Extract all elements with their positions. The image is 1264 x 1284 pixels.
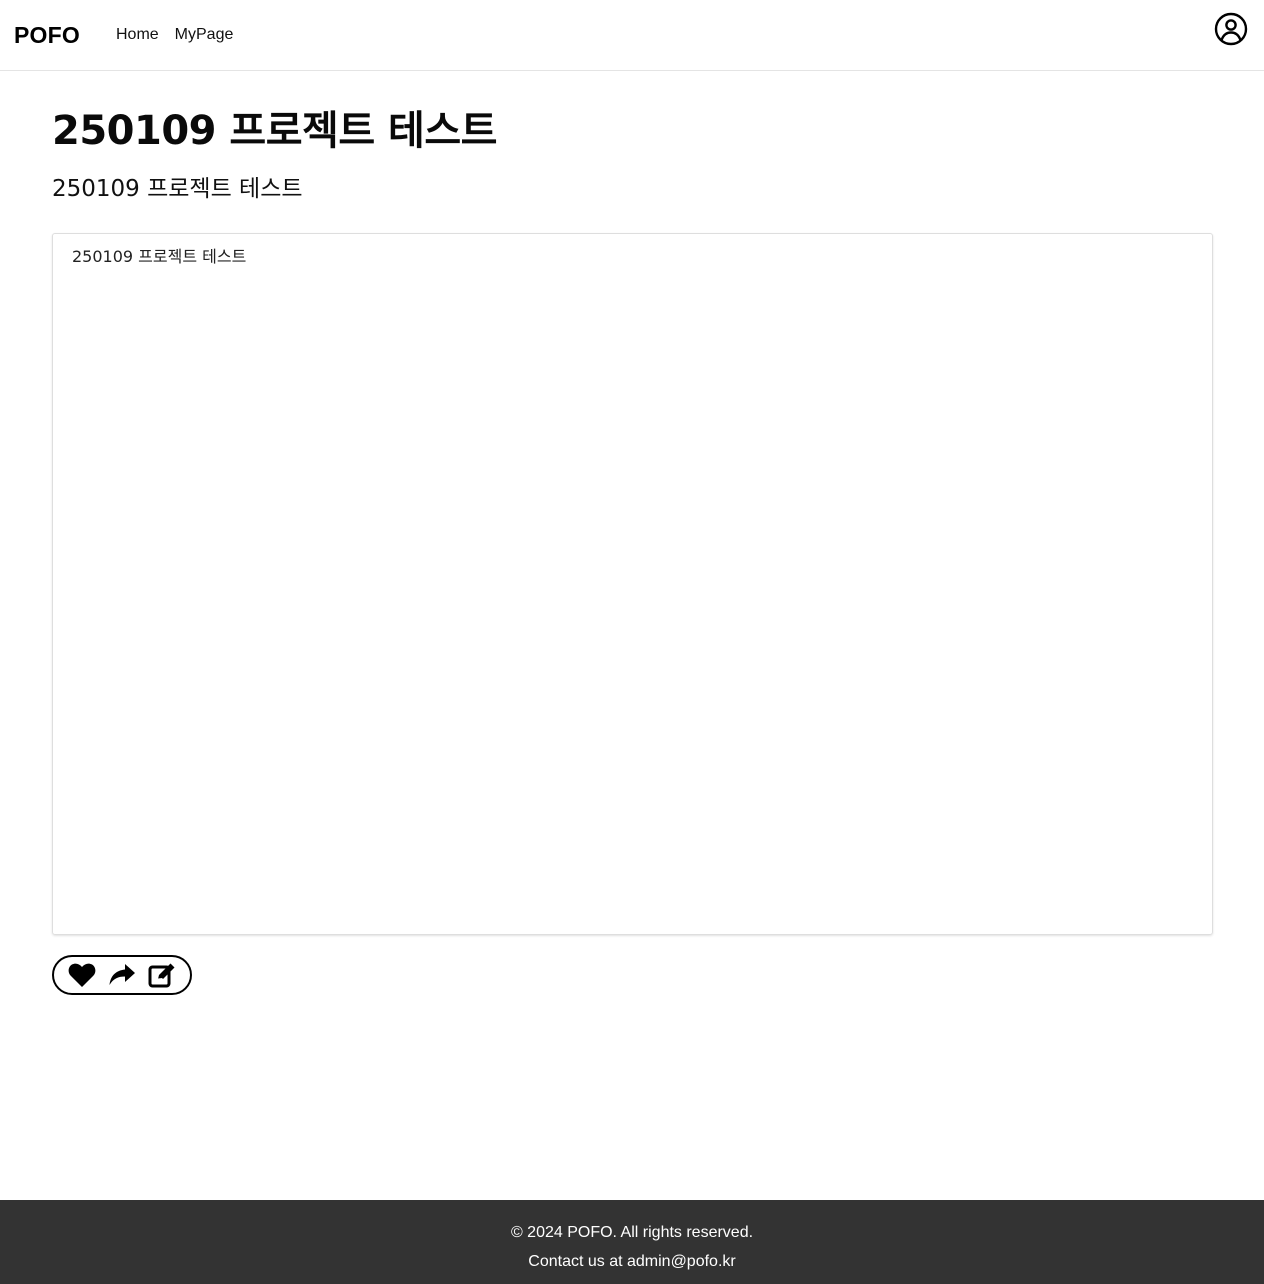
user-circle-icon bbox=[1214, 12, 1248, 51]
navbar: POFO Home MyPage bbox=[0, 0, 1264, 71]
post-subtitle: 250109 프로젝트 테스트 bbox=[52, 176, 303, 202]
edit-icon bbox=[148, 962, 176, 988]
nav-links: Home MyPage bbox=[116, 26, 233, 44]
heart-icon bbox=[68, 962, 96, 988]
footer-contact: Contact us at admin@pofo.kr bbox=[528, 1253, 736, 1270]
footer-copyright: © 2024 POFO. All rights reserved. bbox=[510, 1224, 754, 1241]
edit-button[interactable] bbox=[148, 961, 176, 989]
post-action-bar bbox=[52, 955, 192, 995]
post-content-text: 250109 프로젝트 테스트 bbox=[72, 247, 247, 266]
brand-logo[interactable]: POFO bbox=[14, 22, 80, 49]
nav-mypage-link[interactable]: MyPage bbox=[175, 26, 234, 44]
nav-home-link[interactable]: Home bbox=[116, 26, 159, 44]
post-content-box: 250109 프로젝트 테스트 bbox=[52, 233, 1213, 935]
footer: © 2024 POFO. All rights reserved. Contac… bbox=[0, 1200, 1264, 1284]
share-icon bbox=[108, 963, 136, 987]
page: POFO Home MyPage 250109 프로젝트 테스트 250109 … bbox=[0, 0, 1264, 1284]
share-button[interactable] bbox=[108, 961, 136, 989]
post-title: 250109 프로젝트 테스트 bbox=[52, 108, 497, 154]
profile-button[interactable] bbox=[1214, 12, 1248, 51]
post-main: 250109 프로젝트 테스트 250109 프로젝트 테스트 250109 프… bbox=[52, 71, 1213, 995]
like-button[interactable] bbox=[68, 961, 96, 989]
